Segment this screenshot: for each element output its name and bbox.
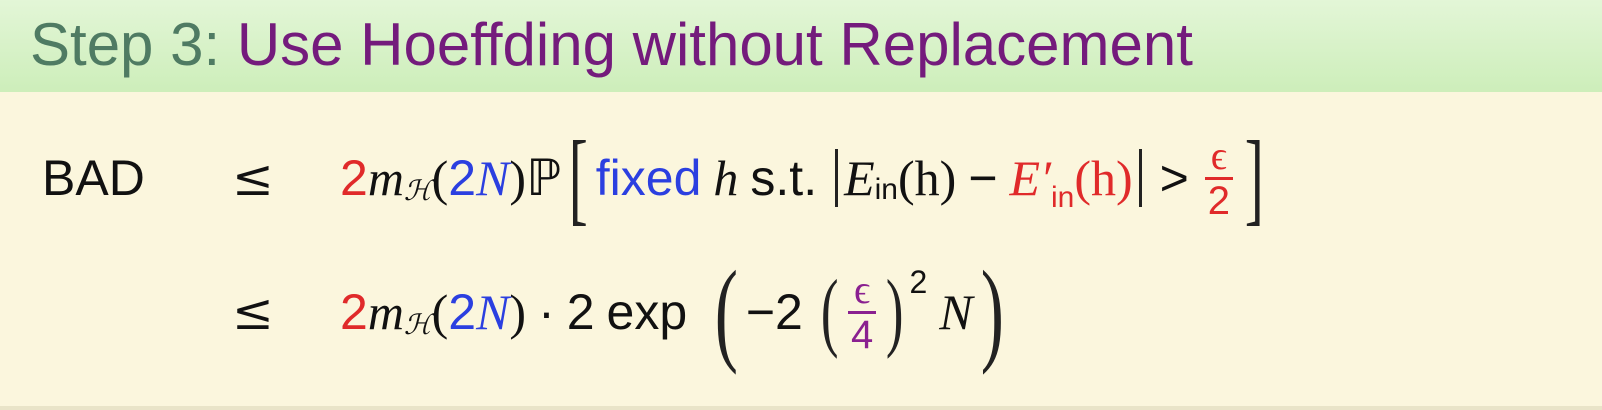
factor-two: 2 bbox=[566, 284, 595, 340]
ein-symbol: E bbox=[844, 150, 875, 206]
equation-line-1: BAD ≤ 2 m ℋ ( 2N ) ℙ [ fixed h s.t. Ein(… bbox=[0, 118, 1602, 238]
exp-close-paren: ) bbox=[980, 248, 1004, 376]
open-paren: ( bbox=[431, 150, 449, 206]
abs-right-bar bbox=[1138, 149, 1142, 207]
exp-function: exp bbox=[606, 284, 688, 340]
such-that-text: s.t. bbox=[750, 150, 818, 206]
probability-symbol: ℙ bbox=[526, 149, 562, 207]
epsilon-over-four: ϵ 4 bbox=[848, 266, 877, 357]
epsilon-over-two: ϵ 2 bbox=[1204, 132, 1233, 223]
left-bracket: [ bbox=[568, 120, 588, 235]
lhs-bad: BAD bbox=[42, 150, 145, 206]
growth-function-m: m bbox=[367, 150, 404, 206]
leq-symbol: ≤ bbox=[232, 149, 274, 207]
ein-argument: (h) bbox=[898, 150, 957, 206]
frac-numerator: ϵ bbox=[1210, 132, 1227, 178]
ein-subscript: in bbox=[874, 173, 898, 206]
bottom-divider bbox=[0, 406, 1602, 410]
greater-than: > bbox=[1159, 150, 1189, 206]
close-paren-2: ) bbox=[509, 284, 527, 340]
dot-operator: · bbox=[538, 284, 555, 340]
equation-line-2: ≤ 2 m ℋ ( 2N ) · 2 exp ( −2 ( ϵ 4 ) 2 N … bbox=[0, 252, 1602, 372]
frac-numerator-2: ϵ bbox=[854, 266, 871, 312]
leq-symbol-2: ≤ bbox=[232, 283, 274, 341]
close-paren: ) bbox=[509, 150, 527, 206]
coef-two: 2 bbox=[340, 150, 368, 206]
frac-denominator-2: 4 bbox=[851, 312, 874, 357]
ein-prime-subscript: in bbox=[1051, 181, 1075, 214]
neg-two: −2 bbox=[745, 284, 803, 340]
hypothesis-set-subscript: ℋ bbox=[403, 173, 432, 207]
arg-2n: 2N bbox=[448, 149, 509, 207]
rhs-expression: 2 m ℋ ( 2N ) ℙ [ fixed h s.t. Ein (h) − E… bbox=[340, 118, 1272, 238]
arg-2n-n-2: N bbox=[476, 284, 510, 340]
exp-open-paren: ( bbox=[714, 248, 739, 376]
title-main: Use Hoeffding without Replacement bbox=[236, 11, 1193, 78]
ein-prime-group: E′in(h) bbox=[1009, 149, 1133, 214]
arg-2n-n: N bbox=[476, 150, 510, 206]
abs-left-bar bbox=[835, 149, 839, 207]
fixed-text: fixed bbox=[595, 150, 702, 206]
rhs-expression-2: 2 m ℋ ( 2N ) · 2 exp ( −2 ( ϵ 4 ) 2 N ) bbox=[340, 252, 1011, 372]
frac-open-paren: ( bbox=[820, 263, 839, 360]
right-bracket: ] bbox=[1244, 120, 1264, 235]
title-step: Step 3: bbox=[30, 11, 221, 78]
frac-denominator: 2 bbox=[1207, 178, 1230, 223]
open-paren-2: ( bbox=[431, 284, 449, 340]
n-variable: N bbox=[939, 284, 973, 340]
coef-two-2: 2 bbox=[340, 284, 368, 340]
slide-title: Step 3: Use Hoeffding without Replacemen… bbox=[30, 8, 1193, 82]
title-bar: Step 3: Use Hoeffding without Replacemen… bbox=[0, 0, 1602, 92]
arg-2n-2: 2N bbox=[448, 283, 509, 341]
hypothesis-set-subscript-2: ℋ bbox=[403, 307, 432, 341]
h-variable: h bbox=[713, 150, 739, 206]
frac-close-paren: ) bbox=[886, 263, 904, 360]
power-two: 2 bbox=[909, 263, 928, 300]
growth-function-m-2: m bbox=[367, 284, 404, 340]
ein-prime-symbol: E′ bbox=[1009, 150, 1051, 206]
arg-2n-two: 2 bbox=[448, 150, 477, 206]
ein-prime-argument: (h) bbox=[1074, 150, 1133, 206]
minus-sign: − bbox=[968, 150, 998, 206]
arg-2n-two-2: 2 bbox=[448, 284, 477, 340]
